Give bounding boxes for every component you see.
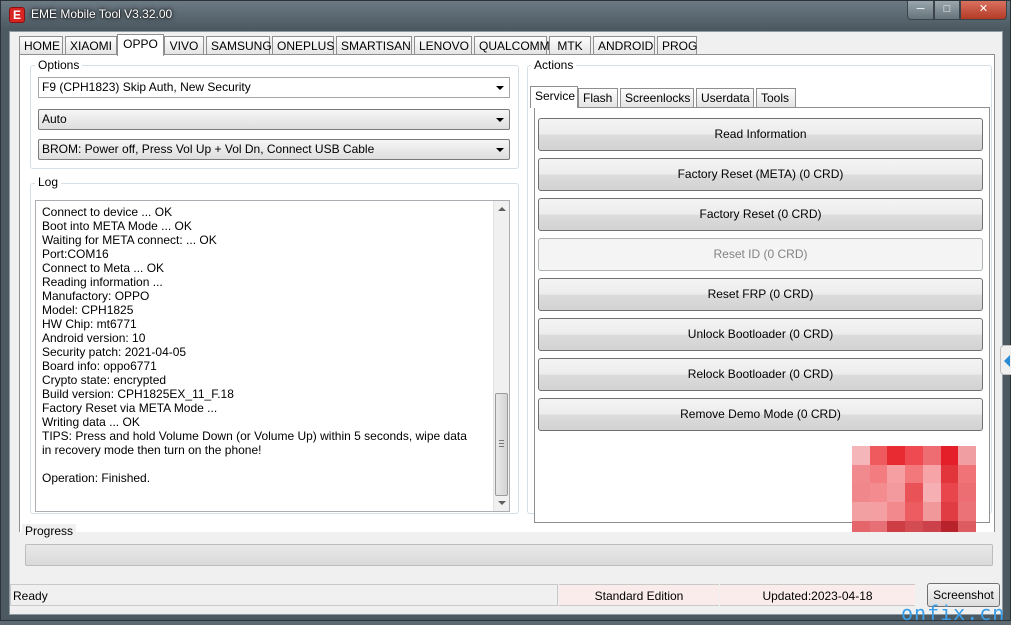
title-bar[interactable]: E EME Mobile Tool V3.32.00 ─ □ ✕ bbox=[1, 1, 1010, 29]
actions-label: Actions bbox=[531, 58, 577, 72]
oppo-tab-page: Options F9 (CPH1823) Skip Auth, New Secu… bbox=[19, 54, 995, 558]
minimize-icon: ─ bbox=[916, 3, 925, 15]
watermark-text: onfix.cn bbox=[901, 601, 1006, 625]
tab-lenovo[interactable]: LENOVO bbox=[414, 36, 472, 55]
tab-samsung[interactable]: SAMSUNG bbox=[206, 36, 272, 55]
relock-bootloader-button[interactable]: Relock Bootloader (0 CRD) bbox=[538, 358, 983, 391]
port-select[interactable]: Auto bbox=[38, 109, 510, 130]
log-line: Boot into META Mode ... OK bbox=[42, 219, 192, 233]
log-line: Model: CPH1825 bbox=[42, 303, 134, 317]
side-panel-toggle[interactable] bbox=[1000, 345, 1011, 375]
tab-prog[interactable]: PROG bbox=[657, 36, 697, 55]
log-line: Connect to device ... OK bbox=[42, 205, 173, 219]
log-line: Manufactory: OPPO bbox=[42, 289, 150, 303]
progress-group: Progress bbox=[19, 524, 1001, 576]
chevron-down-icon bbox=[496, 118, 504, 122]
log-line: Writing data ... OK bbox=[42, 415, 140, 429]
reset-id-button: Reset ID (0 CRD) bbox=[538, 238, 983, 271]
tab-oppo[interactable]: OPPO bbox=[117, 34, 164, 56]
log-line: Crypto state: encrypted bbox=[42, 373, 167, 387]
scroll-down-icon[interactable] bbox=[498, 501, 506, 505]
scroll-up-icon[interactable] bbox=[498, 207, 506, 211]
tab-service[interactable]: Service bbox=[530, 86, 578, 108]
unlock-bootloader-button[interactable]: Unlock Bootloader (0 CRD) bbox=[538, 318, 983, 351]
tab-android[interactable]: ANDROID bbox=[593, 36, 655, 55]
window-title: EME Mobile Tool V3.32.00 bbox=[31, 7, 173, 21]
boot-mode-select[interactable]: BROM: Power off, Press Vol Up + Vol Dn, … bbox=[38, 139, 510, 160]
options-label: Options bbox=[35, 58, 83, 72]
log-group: Connect to device ... OK Boot into META M… bbox=[30, 183, 519, 514]
log-line: Board info: oppo6771 bbox=[42, 359, 157, 373]
edition-badge: Standard Edition bbox=[559, 584, 719, 606]
factory-reset-meta-button[interactable]: Factory Reset (META) (0 CRD) bbox=[538, 158, 983, 191]
log-line: Connect to Meta ... OK bbox=[42, 261, 165, 275]
boot-mode-select-value: BROM: Power off, Press Vol Up + Vol Dn, … bbox=[42, 142, 375, 156]
tab-flash[interactable]: Flash bbox=[578, 88, 618, 107]
log-line: Factory Reset via META Mode ... bbox=[42, 401, 218, 415]
tab-tools[interactable]: Tools bbox=[756, 88, 796, 107]
tab-mtk[interactable]: MTK bbox=[549, 36, 591, 55]
log-line: TIPS: Press and hold Volume Down (or Vol… bbox=[42, 429, 467, 443]
tab-vivo[interactable]: VIVO bbox=[164, 36, 204, 55]
log-output[interactable]: Connect to device ... OK Boot into META M… bbox=[35, 200, 510, 512]
tab-qualcomm[interactable]: QUALCOMM bbox=[474, 36, 550, 55]
reset-frp-button[interactable]: Reset FRP (0 CRD) bbox=[538, 278, 983, 311]
close-icon: ✕ bbox=[978, 3, 989, 15]
model-select-value: F9 (CPH1823) Skip Auth, New Security bbox=[42, 80, 251, 94]
log-line: Security patch: 2021-04-05 bbox=[42, 345, 187, 359]
log-line: Reading information ... bbox=[42, 275, 163, 289]
port-select-value: Auto bbox=[42, 112, 67, 126]
log-scrollbar[interactable] bbox=[493, 201, 509, 511]
tab-userdata[interactable]: Userdata bbox=[696, 88, 754, 107]
chevron-down-icon bbox=[496, 148, 504, 152]
tab-home[interactable]: HOME bbox=[19, 36, 63, 55]
log-line: Port:COM16 bbox=[42, 247, 109, 261]
log-label: Log bbox=[35, 175, 62, 189]
chevron-down-icon bbox=[496, 86, 504, 90]
read-information-button[interactable]: Read Information bbox=[538, 118, 983, 151]
log-line: Waiting for META connect: ... OK bbox=[42, 233, 217, 247]
log-line: Android version: 10 bbox=[42, 331, 146, 345]
remove-demo-mode-button[interactable]: Remove Demo Mode (0 CRD) bbox=[538, 398, 983, 431]
app-logo-icon: E bbox=[9, 7, 25, 23]
tab-smartisan[interactable]: SMARTISAN bbox=[336, 36, 412, 55]
minimize-button[interactable]: ─ bbox=[907, 1, 934, 20]
progress-bar bbox=[25, 544, 993, 566]
factory-reset-button[interactable]: Factory Reset (0 CRD) bbox=[538, 198, 983, 231]
close-button[interactable]: ✕ bbox=[960, 1, 1007, 20]
updated-date: Updated:2023-04-18 bbox=[720, 584, 915, 606]
app-window: E EME Mobile Tool V3.32.00 ─ □ ✕ HOME XI… bbox=[0, 0, 1011, 625]
main-panel: HOME XIAOMI OPPO VIVO SAMSUNG ONEPLUS SM… bbox=[9, 31, 1003, 615]
tab-oneplus[interactable]: ONEPLUS bbox=[272, 36, 334, 55]
log-line: Operation: Finished. bbox=[42, 471, 151, 485]
progress-label: Progress bbox=[22, 524, 77, 538]
log-line: HW Chip: mt6771 bbox=[42, 317, 137, 331]
status-text: Ready bbox=[10, 584, 558, 606]
maximize-icon: □ bbox=[943, 3, 951, 15]
tab-screenlocks[interactable]: Screenlocks bbox=[620, 88, 694, 107]
log-line: in recovery mode then turn on the phone! bbox=[42, 443, 262, 457]
maximize-button[interactable]: □ bbox=[934, 1, 960, 20]
scroll-thumb[interactable] bbox=[495, 393, 508, 496]
tab-xiaomi[interactable]: XIAOMI bbox=[65, 36, 117, 55]
chevron-left-icon bbox=[1004, 355, 1010, 367]
log-line: Build version: CPH1825EX_11_F.18 bbox=[42, 387, 234, 401]
model-select[interactable]: F9 (CPH1823) Skip Auth, New Security bbox=[38, 77, 510, 98]
status-bar: Ready Standard Edition Updated:2023-04-1… bbox=[10, 583, 1002, 615]
